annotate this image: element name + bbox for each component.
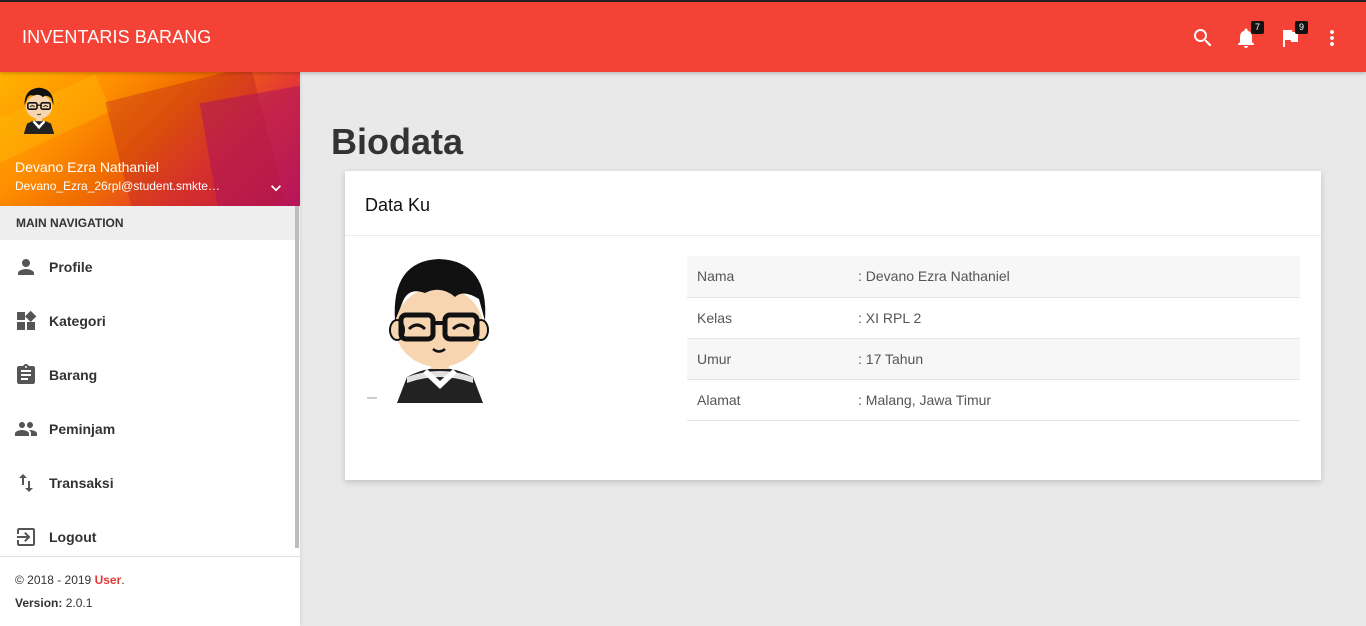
- sidebar-item-label: Transaksi: [49, 475, 114, 491]
- field-value-kelas: : XI RPL 2: [858, 309, 922, 326]
- notifications-button[interactable]: 7: [1234, 21, 1264, 50]
- field-value-alamat: : Malang, Jawa Timur: [858, 391, 992, 408]
- avatar[interactable]: [14, 82, 64, 134]
- field-label-nama: Nama: [697, 268, 735, 285]
- app-title[interactable]: INVENTARIS BARANG: [22, 27, 211, 48]
- more-vert-icon[interactable]: [1320, 26, 1344, 50]
- user-name: Devano Ezra Nathaniel: [15, 159, 159, 175]
- top-navbar: INVENTARIS BARANG 7 9: [0, 0, 1366, 72]
- biodata-table: Nama : Devano Ezra Nathaniel Kelas : XI …: [687, 256, 1300, 421]
- card-title: Data Ku: [345, 171, 1321, 236]
- sidebar-item-label: Kategori: [49, 313, 106, 329]
- search-icon[interactable]: [1191, 26, 1215, 50]
- sidebar-item-label: Logout: [49, 529, 97, 545]
- sidebar: Devano Ezra Nathaniel Devano_Ezra_26rpl@…: [0, 72, 300, 626]
- chevron-down-icon[interactable]: [266, 178, 286, 198]
- table-row: Kelas : XI RPL 2: [687, 297, 1300, 338]
- sidebar-item-profile[interactable]: Profile: [0, 240, 300, 294]
- field-label-umur: Umur: [697, 350, 732, 367]
- sidebar-item-label: Profile: [49, 259, 93, 275]
- sidebar-item-label: Barang: [49, 367, 98, 383]
- nav-section-header: MAIN NAVIGATION: [0, 206, 300, 240]
- sidebar-item-barang[interactable]: Barang: [0, 348, 300, 402]
- field-value-umur: : 17 Tahun: [858, 350, 924, 367]
- field-value-nama: : Devano Ezra Nathaniel: [858, 268, 1010, 285]
- sidebar-scrollbar[interactable]: [295, 206, 299, 548]
- sidebar-item-label: Peminjam: [49, 421, 116, 437]
- people-icon: [14, 417, 38, 441]
- notification-badge: 7: [1251, 21, 1264, 34]
- tasks-badge: 9: [1295, 21, 1308, 34]
- table-row: Nama : Devano Ezra Nathaniel: [687, 256, 1300, 297]
- biodata-card: Data Ku Nama : Devano Ezra Nathaniel Kel…: [345, 171, 1321, 480]
- field-label-alamat: Alamat: [697, 391, 741, 408]
- user-email: Devano_Ezra_26rpl@student.smktel...: [15, 179, 220, 193]
- logout-icon: [14, 525, 38, 549]
- sidebar-item-peminjam[interactable]: Peminjam: [0, 402, 300, 456]
- sidebar-footer: © 2018 - 2019 User. Version: 2.0.1: [0, 556, 300, 626]
- sidebar-item-transaksi[interactable]: Transaksi: [0, 456, 300, 510]
- field-label-kelas: Kelas: [697, 309, 733, 326]
- sidebar-item-kategori[interactable]: Kategori: [0, 294, 300, 348]
- user-info-panel: Devano Ezra Nathaniel Devano_Ezra_26rpl@…: [0, 72, 300, 206]
- table-row: Umur : 17 Tahun: [687, 338, 1300, 379]
- assignment-icon: [14, 363, 38, 387]
- profile-photo: [367, 259, 489, 403]
- person-icon: [14, 255, 38, 279]
- swap-vert-icon: [14, 471, 38, 495]
- main-navigation: Profile Kategori Barang Peminjam Transak…: [0, 240, 300, 564]
- widgets-icon: [14, 309, 38, 333]
- page-title: Biodata: [331, 121, 464, 162]
- version-info: Version: 2.0.1: [15, 596, 93, 610]
- tasks-button[interactable]: 9: [1278, 21, 1308, 50]
- copyright: © 2018 - 2019 User.: [15, 573, 125, 587]
- user-link[interactable]: User: [95, 573, 122, 587]
- table-row: Alamat : Malang, Jawa Timur: [687, 379, 1300, 420]
